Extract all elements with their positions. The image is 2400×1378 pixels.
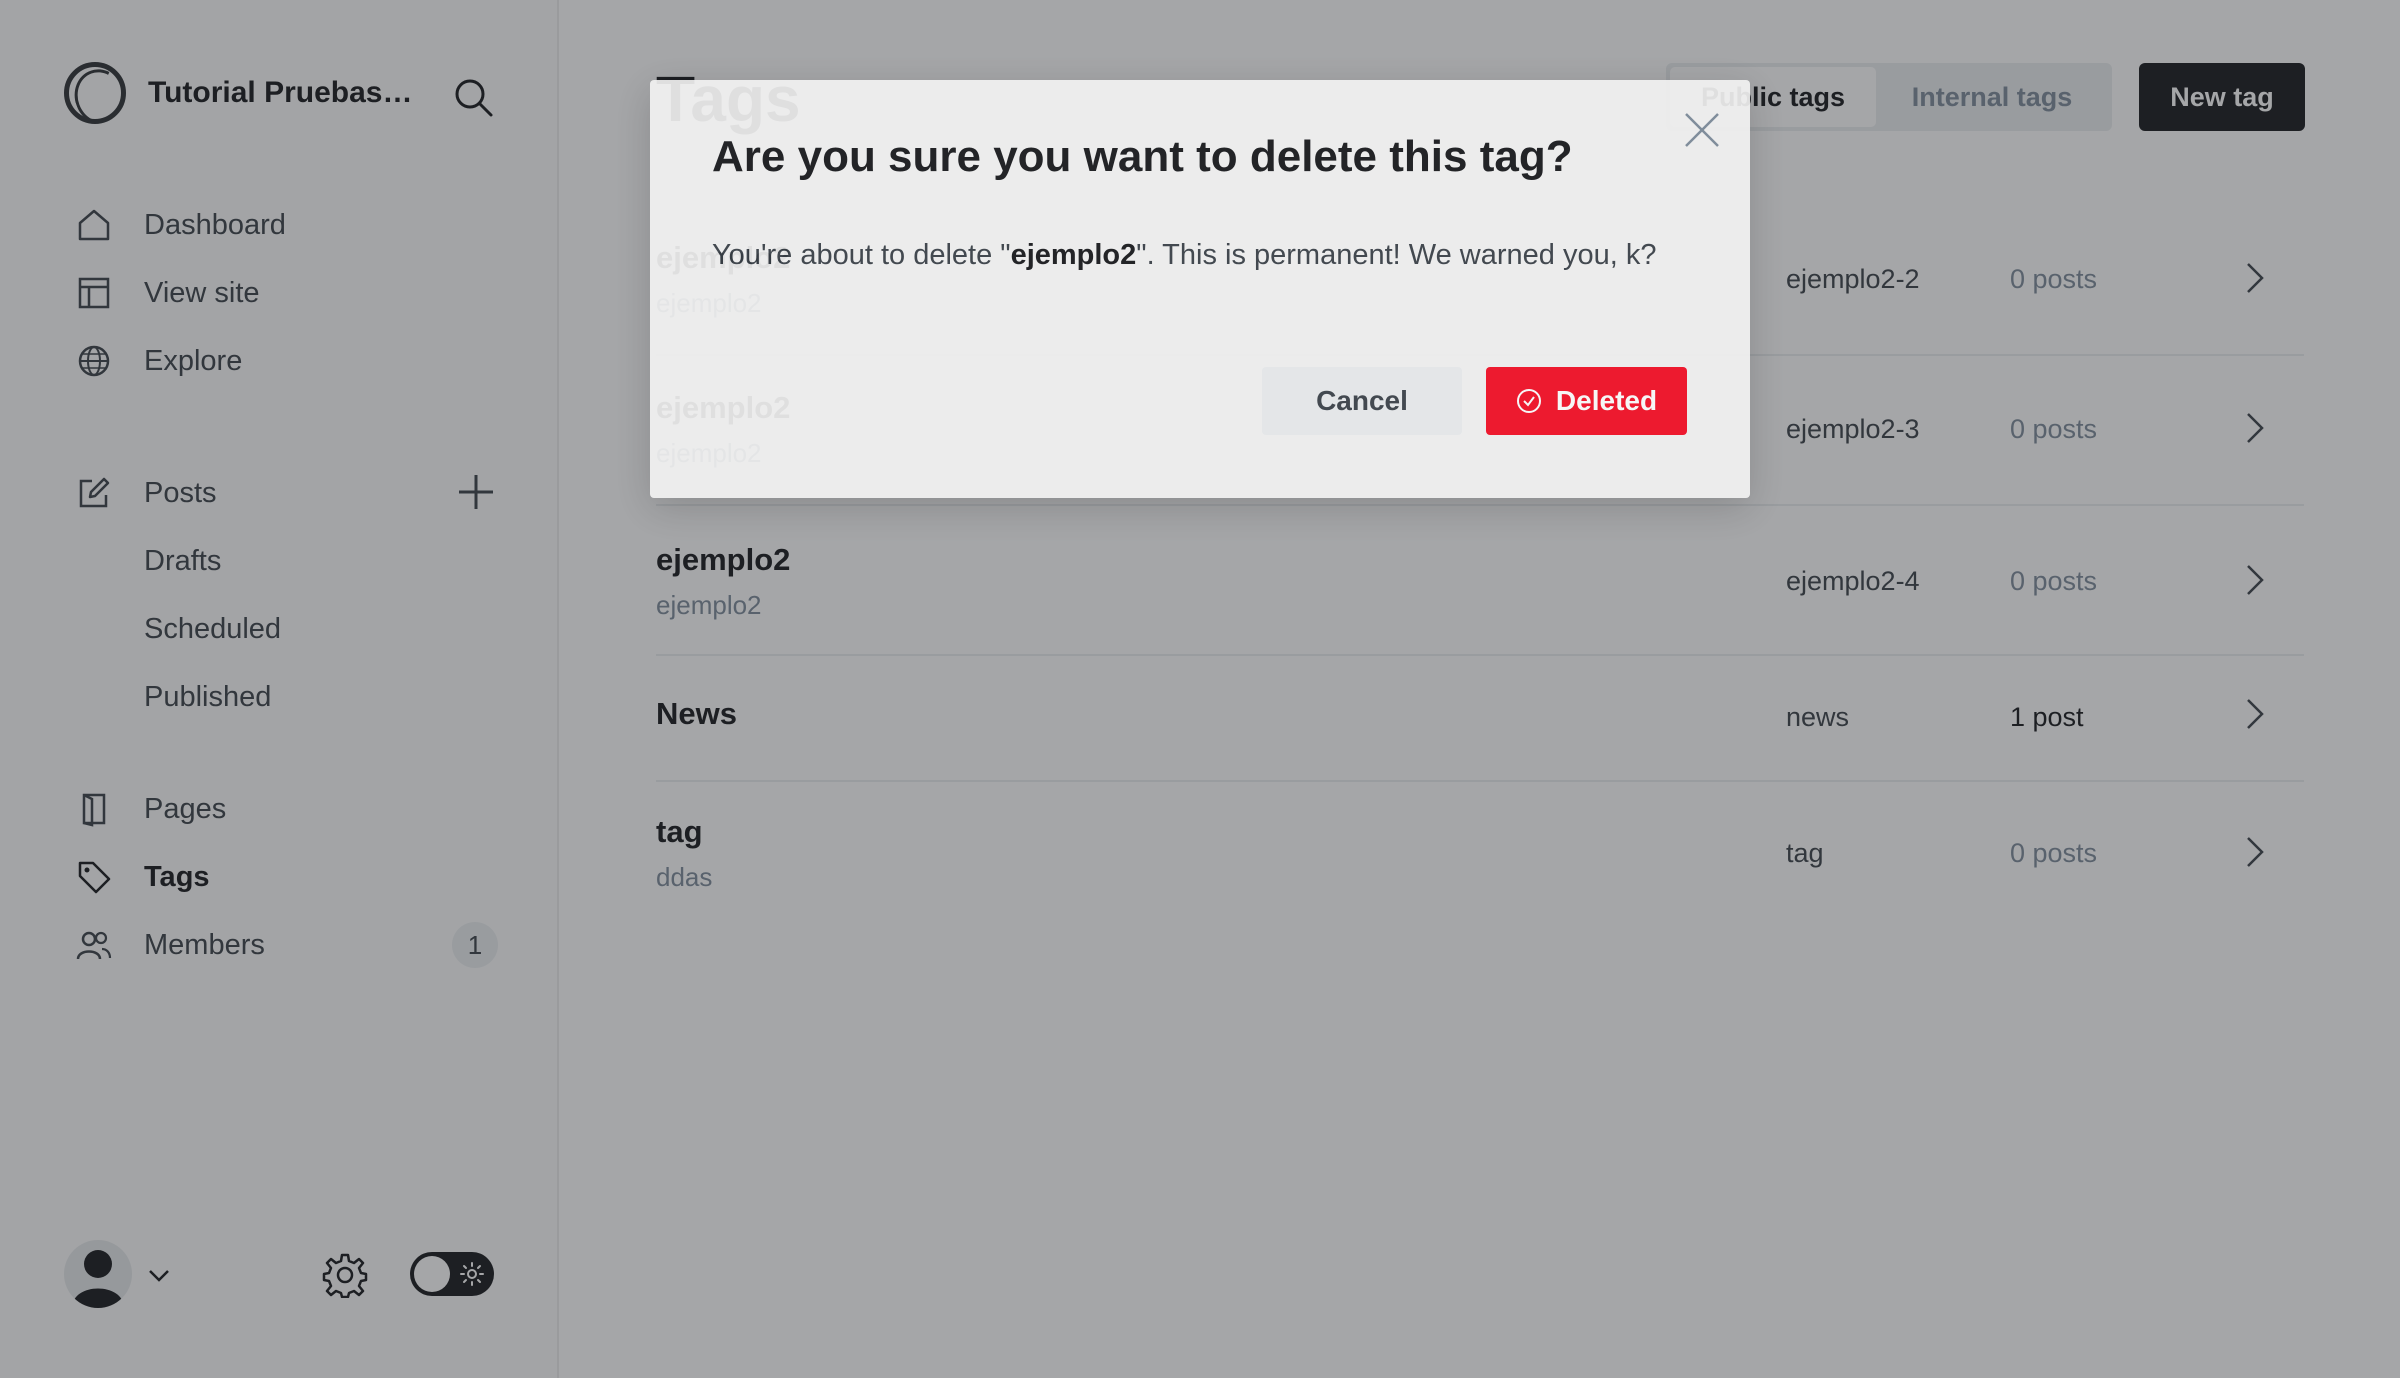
check-circle-icon <box>1516 389 1541 413</box>
close-icon[interactable] <box>1682 110 1722 150</box>
modal-message: You're about to delete "ejemplo2". This … <box>712 232 1682 278</box>
modal-title: Are you sure you want to delete this tag… <box>712 132 1573 181</box>
message-prefix: You're about to delete " <box>712 239 1011 271</box>
delete-label: Deleted <box>1555 385 1658 416</box>
message-tag-name: ejemplo2 <box>1010 239 1137 271</box>
delete-button[interactable]: Deleted <box>1486 367 1687 435</box>
cancel-button[interactable]: Cancel <box>1262 367 1462 435</box>
message-suffix: ". This is permanent! We warned you, k? <box>1136 239 1657 271</box>
delete-tag-modal: Are you sure you want to delete this tag… <box>650 80 1750 498</box>
